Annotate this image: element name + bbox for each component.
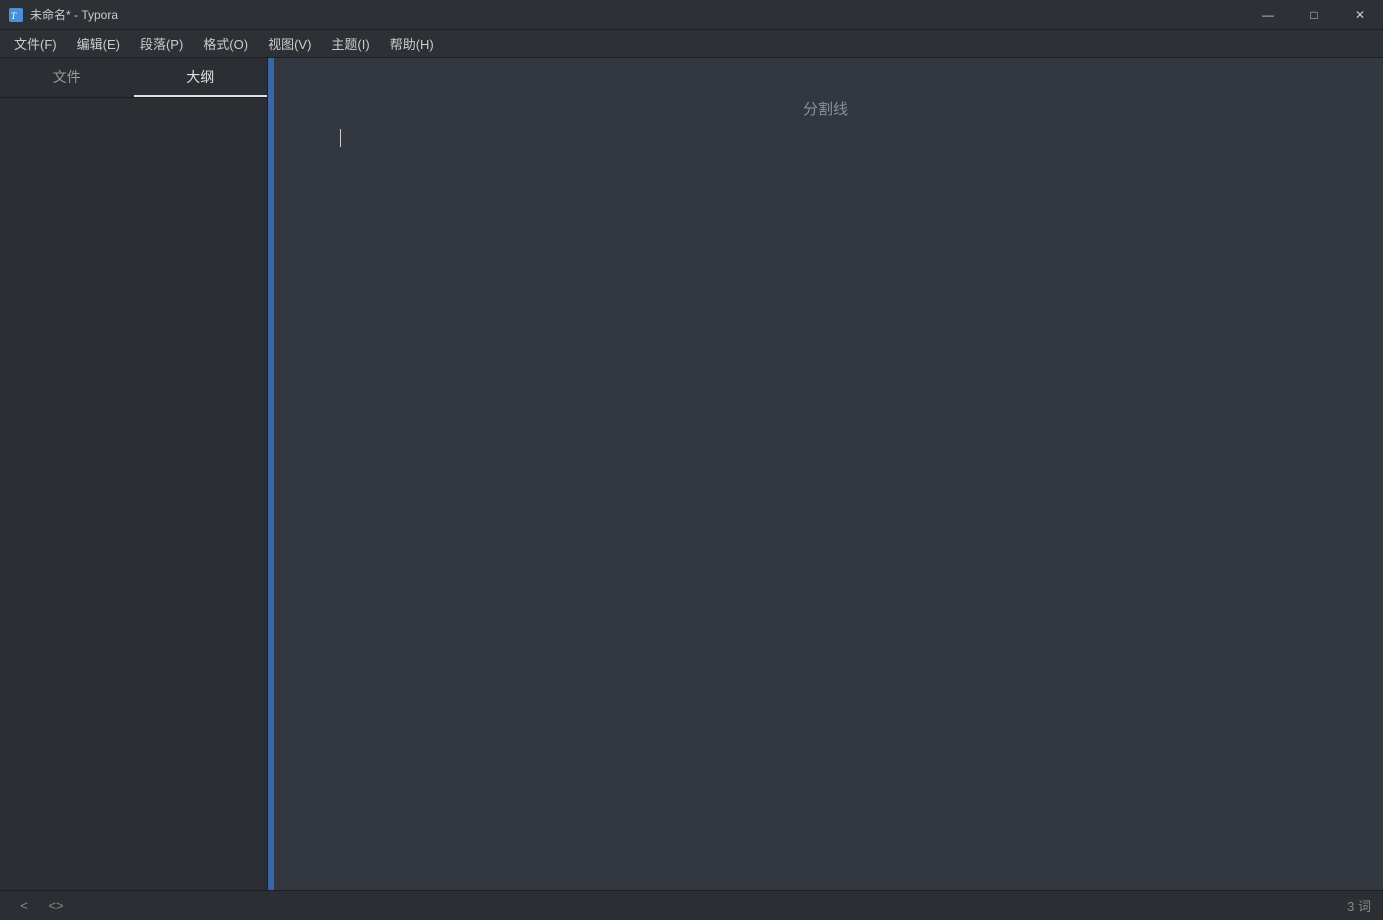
back-arrow-icon: < <box>20 898 28 913</box>
window-title: 未命名* - Typora <box>30 6 118 23</box>
editor-content[interactable]: 分割线 <box>268 58 1383 890</box>
word-count: 3 词 <box>1347 896 1371 915</box>
title-bar: T 未命名* - Typora — □ ✕ <box>0 0 1383 30</box>
menu-theme[interactable]: 主题(I) <box>321 33 379 55</box>
status-bar: < <> 3 词 <box>0 890 1383 920</box>
divider-text: 分割线 <box>328 98 1323 119</box>
menu-edit[interactable]: 编辑(E) <box>67 33 130 55</box>
tab-files[interactable]: 文件 <box>0 58 134 97</box>
text-cursor <box>340 129 341 147</box>
sidebar-outline-content <box>0 98 267 890</box>
back-arrow-button[interactable]: < <box>12 895 36 917</box>
window-controls: — □ ✕ <box>1245 0 1383 30</box>
code-icon: <> <box>48 898 63 913</box>
menu-bar: 文件(F) 编辑(E) 段落(P) 格式(O) 视图(V) 主题(I) 帮助(H… <box>0 30 1383 58</box>
menu-help[interactable]: 帮助(H) <box>380 33 444 55</box>
tab-outline[interactable]: 大纲 <box>134 58 268 97</box>
title-bar-left: T 未命名* - Typora <box>8 6 118 23</box>
menu-view[interactable]: 视图(V) <box>258 33 321 55</box>
sidebar: 文件 大纲 <box>0 58 268 890</box>
app-icon: T <box>8 7 24 23</box>
menu-format[interactable]: 格式(O) <box>193 33 258 55</box>
editor-area[interactable]: 分割线 <box>268 58 1383 890</box>
source-code-button[interactable]: <> <box>44 895 68 917</box>
menu-paragraph[interactable]: 段落(P) <box>130 33 193 55</box>
sidebar-tabs: 文件 大纲 <box>0 58 267 98</box>
status-bar-left: < <> <box>12 895 68 917</box>
menu-file[interactable]: 文件(F) <box>4 33 67 55</box>
cursor-line <box>328 129 1323 147</box>
maximize-button[interactable]: □ <box>1291 0 1337 30</box>
close-button[interactable]: ✕ <box>1337 0 1383 30</box>
minimize-button[interactable]: — <box>1245 0 1291 30</box>
main-layout: 文件 大纲 分割线 <box>0 58 1383 890</box>
